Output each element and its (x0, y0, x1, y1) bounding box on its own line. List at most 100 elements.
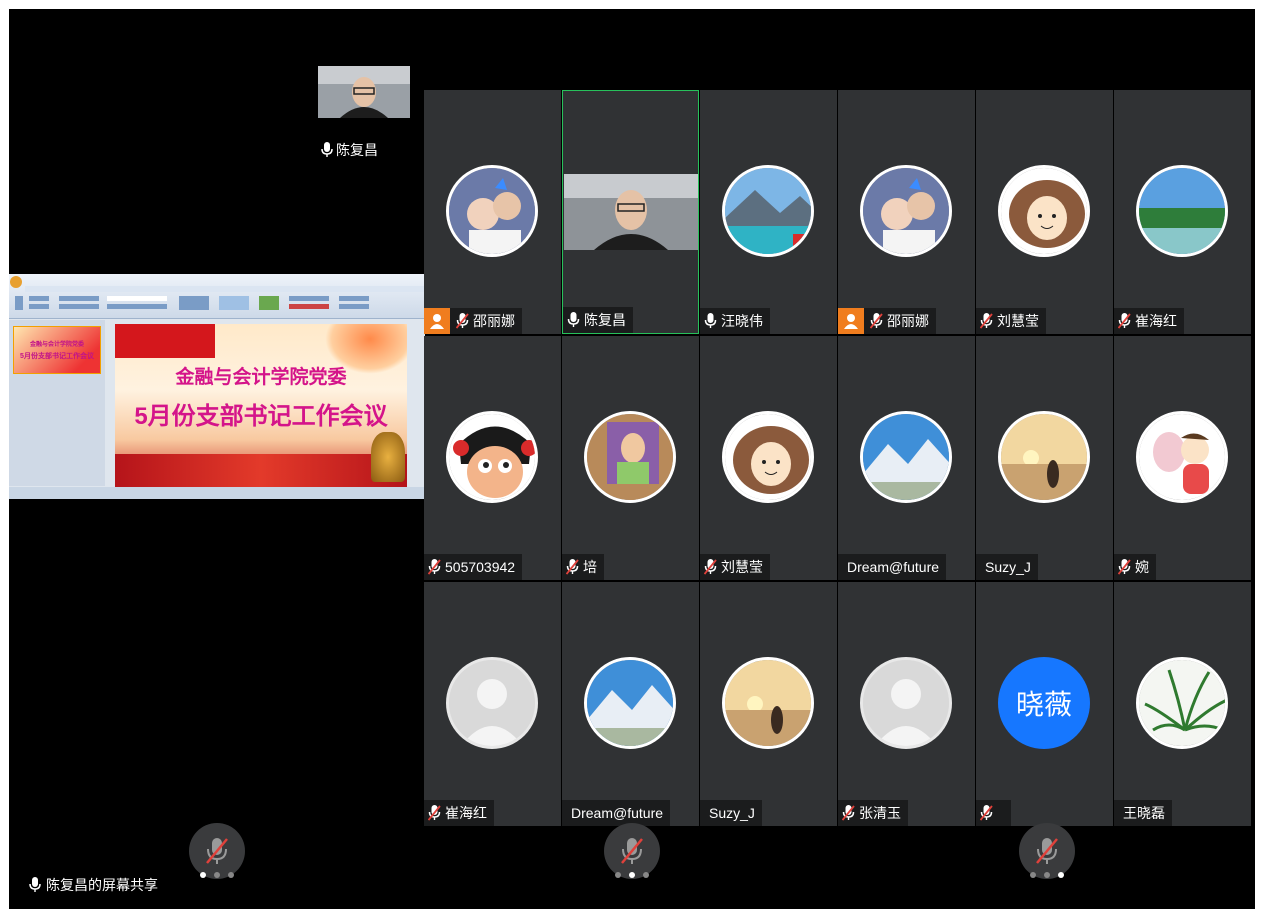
microphone-muted-icon (980, 805, 993, 821)
participant-tile[interactable]: 505703942 (424, 336, 561, 580)
page-dot[interactable] (629, 872, 635, 878)
participant-avatar (1136, 657, 1228, 749)
participant-name: 505703942 (445, 559, 516, 575)
page-dot[interactable] (1030, 872, 1036, 878)
page-dot[interactable] (643, 872, 649, 878)
mute-toggle-button-2[interactable] (604, 823, 660, 879)
microphone-muted-icon (704, 559, 717, 575)
participant-name: 陈复昌 (584, 312, 626, 328)
mute-toggle-button-1[interactable] (189, 823, 245, 879)
avatar-initials: 晓薇 (1015, 689, 1072, 720)
speaker-video-thumbnail[interactable] (318, 66, 410, 118)
participant-name-label: 邵丽娜 (838, 308, 936, 334)
participant-name-label: 刘慧莹 (976, 308, 1046, 334)
participant-tile[interactable]: 王晓磊 (1114, 582, 1251, 826)
participant-tile[interactable]: Suzy_J (976, 336, 1113, 580)
avatar-image (725, 660, 811, 746)
participant-avatar (446, 657, 538, 749)
participant-tile[interactable]: 婉 (1114, 336, 1251, 580)
participant-tile[interactable]: 崔海红 (1114, 90, 1251, 334)
page-dot[interactable] (214, 872, 220, 878)
participant-name-label: 婉 (1114, 554, 1156, 580)
microphone-muted-icon (1118, 559, 1131, 575)
powerpoint-ribbon (9, 274, 425, 319)
participant-tile[interactable]: 汪晓伟 (700, 90, 837, 334)
microphone-muted-icon (456, 313, 469, 329)
participant-tile[interactable]: Dream@future (562, 582, 699, 826)
participant-name: Suzy_J (709, 805, 755, 821)
participant-tile[interactable]: 张清玉 (838, 582, 975, 826)
participant-name-label: 刘慧莹 (700, 554, 770, 580)
participant-avatar: 晓薇 (998, 657, 1090, 749)
person-video-icon (564, 174, 698, 250)
mute-toggle-button-3[interactable] (1019, 823, 1075, 879)
microphone-muted-icon (980, 313, 993, 329)
participant-name-label: 崔海红 (1114, 308, 1184, 334)
participant-tile[interactable]: 晓薇 (976, 582, 1113, 826)
screen-share-label: 陈复昌的屏幕共享 (29, 875, 158, 895)
participant-tile[interactable]: 培 (562, 336, 699, 580)
participant-name: 崔海红 (445, 805, 487, 821)
microphone-muted-icon (206, 838, 228, 864)
participant-name: 培 (583, 559, 597, 575)
microphone-icon (704, 313, 717, 328)
participant-name-label: 505703942 (424, 554, 523, 580)
meeting-stage: 陈复昌 金融与会计学院党委 5月份支部书记工作会议 金融与会计学院党委 5月份支… (9, 9, 1255, 909)
speaker-name: 陈复昌 (336, 142, 378, 158)
ribbon-toolbar-icons (10, 276, 425, 310)
microphone-muted-icon (1118, 313, 1131, 329)
participant-name-label: 汪晓伟 (700, 308, 770, 334)
participant-name-label: 陈复昌 (563, 307, 633, 333)
screen-share-view[interactable]: 金融与会计学院党委 5月份支部书记工作会议 金融与会计学院党委 5月份支部书记工… (9, 274, 425, 499)
microphone-icon (567, 312, 580, 327)
participant-avatar (584, 657, 676, 749)
participant-name: 王晓磊 (1123, 805, 1165, 821)
slide-title-line1: 金融与会计学院党委 (175, 367, 347, 388)
participant-tile[interactable]: 邵丽娜 (424, 90, 561, 334)
page-indicator-3[interactable] (1027, 872, 1067, 878)
participant-name-label: 张清玉 (838, 800, 908, 826)
participant-name-label: Dream@future (838, 554, 947, 580)
avatar-image (725, 414, 811, 500)
participant-avatar (722, 657, 814, 749)
avatar-image (587, 414, 673, 500)
party-flag (115, 324, 215, 358)
page-dot[interactable] (1044, 872, 1050, 878)
participant-tile[interactable]: 刘慧莹 (700, 336, 837, 580)
page-dot[interactable] (228, 872, 234, 878)
participant-avatar (584, 411, 676, 503)
avatar-image (449, 168, 535, 254)
red-banner (115, 454, 407, 489)
avatar-image (1139, 168, 1225, 254)
participant-tile[interactable]: 陈复昌 (562, 90, 699, 334)
participant-name: Dream@future (847, 559, 940, 575)
powerpoint-status-bar (9, 487, 425, 499)
participant-name: 张清玉 (859, 805, 901, 821)
participant-avatar (446, 411, 538, 503)
avatar-image (863, 168, 949, 254)
participant-name-label: Suzy_J (976, 554, 1038, 580)
page-dot[interactable] (200, 872, 206, 878)
participant-video (564, 174, 698, 250)
avatar-image (587, 660, 673, 746)
participant-avatar (860, 657, 952, 749)
page-dot[interactable] (1058, 872, 1064, 878)
lion-statue (371, 432, 405, 482)
participant-name-label: Suzy_J (700, 800, 762, 826)
participant-name-label: 邵丽娜 (424, 308, 522, 334)
person-video-icon (318, 66, 410, 118)
slide-thumbnail[interactable]: 金融与会计学院党委 5月份支部书记工作会议 (13, 326, 101, 374)
page-indicator-2[interactable] (612, 872, 652, 878)
hand-raise-badge (424, 308, 450, 334)
page-indicator-1[interactable] (197, 872, 237, 878)
microphone-muted-icon (428, 805, 441, 821)
participant-tile[interactable]: 刘慧莹 (976, 90, 1113, 334)
participant-tile[interactable]: Dream@future (838, 336, 975, 580)
avatar-image (449, 660, 535, 746)
page-dot[interactable] (615, 872, 621, 878)
current-slide: 金融与会计学院党委 5月份支部书记工作会议 (115, 324, 407, 489)
microphone-muted-icon (566, 559, 579, 575)
participant-tile[interactable]: 邵丽娜 (838, 90, 975, 334)
participant-tile[interactable]: 崔海红 (424, 582, 561, 826)
participant-tile[interactable]: Suzy_J (700, 582, 837, 826)
